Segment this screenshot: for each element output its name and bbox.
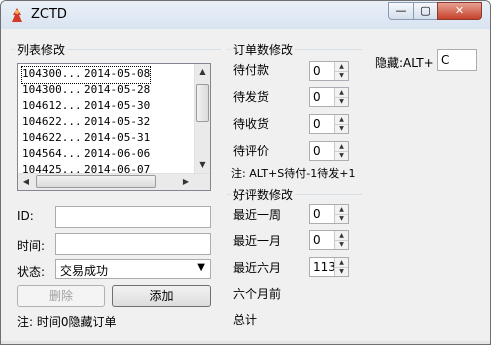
order-note: 注: ALT+S待付-1待发+1 — [231, 167, 356, 180]
left-group-title: 列表修改 — [15, 41, 68, 58]
title-bar[interactable]: ZCTD — ▢ ✕ — [1, 1, 490, 29]
six-months-before-label: 六个月前 — [233, 287, 282, 301]
scroll-up-icon[interactable]: ▲ — [195, 64, 210, 80]
list-item-date: 2014-05-32 — [84, 115, 151, 128]
total-label: 总计 — [233, 313, 258, 327]
stepper-buttons: ▲ ▼ — [334, 205, 348, 223]
time-label: 时间: — [17, 239, 46, 253]
last-month-stepper[interactable]: 0 ▲ ▼ — [309, 230, 349, 250]
list-item-id: 104622... — [22, 115, 82, 128]
pending-shipment-label: 待发货 — [233, 90, 270, 104]
left-note: 注: 时间0隐藏订单 — [17, 315, 117, 329]
list-item-id: 104300... — [22, 83, 82, 96]
list-item-date: 2014-05-30 — [84, 99, 151, 112]
stepper-value: 0 — [313, 233, 321, 247]
last-month-label: 最近一月 — [233, 234, 282, 248]
stepper-value: 0 — [313, 144, 321, 158]
id-field[interactable] — [55, 206, 211, 228]
list-vertical-scrollbar[interactable]: ▲ ▼ — [194, 64, 210, 173]
scroll-left-icon[interactable]: ◀ — [18, 174, 34, 190]
list-item-date: 2014-05-08 — [84, 67, 151, 80]
spin-down-icon[interactable]: ▼ — [335, 267, 348, 276]
window-bottom-edge — [1, 341, 490, 344]
spin-down-icon[interactable]: ▼ — [335, 151, 348, 160]
status-label: 状态: — [17, 265, 46, 279]
stepper-buttons: ▲ ▼ — [334, 115, 348, 133]
last-six-months-stepper[interactable]: 113 ▲ ▼ — [309, 257, 349, 277]
scroll-thumb[interactable] — [36, 175, 156, 188]
stepper-buttons: ▲ ▼ — [334, 142, 348, 160]
pending-receipt-label: 待收货 — [233, 117, 270, 131]
review-group-title: 好评数修改 — [231, 186, 296, 203]
stepper-value: 113 — [313, 260, 336, 274]
app-window: ZCTD — ▢ ✕ 列表修改 104300... 2014-05-08 1043… — [0, 0, 491, 345]
spin-down-icon[interactable]: ▼ — [335, 240, 348, 249]
list-item-id: 104622... — [22, 131, 82, 144]
pending-shipment-stepper[interactable]: 0 ▲ ▼ — [309, 87, 349, 107]
list-item-date: 2014-06-06 — [84, 147, 151, 160]
status-select[interactable]: 交易成功 ▼ — [55, 259, 211, 279]
list-item[interactable]: 104622... 2014-05-32 — [22, 115, 150, 131]
window-title: ZCTD — [31, 7, 67, 22]
scroll-thumb[interactable] — [196, 84, 209, 122]
spin-down-icon[interactable]: ▼ — [335, 124, 348, 133]
pending-review-stepper[interactable]: 0 ▲ ▼ — [309, 141, 349, 161]
add-button[interactable]: 添加 — [112, 285, 211, 307]
scroll-right-icon[interactable]: ▶ — [178, 174, 194, 190]
pending-payment-stepper[interactable]: 0 ▲ ▼ — [309, 61, 349, 81]
spin-down-icon[interactable]: ▼ — [335, 214, 348, 223]
stepper-value: 0 — [313, 117, 321, 131]
stepper-value: 0 — [313, 207, 321, 221]
list-item[interactable]: 104300... 2014-05-08 — [20, 66, 152, 84]
stepper-buttons: ▲ ▼ — [334, 258, 348, 276]
list-horizontal-scrollbar[interactable]: ◀ ▶ — [18, 173, 210, 190]
chevron-down-icon: ▼ — [197, 262, 205, 273]
list-item-id: 104300... — [22, 67, 82, 80]
spin-down-icon[interactable]: ▼ — [335, 71, 348, 80]
order-group-title: 订单数修改 — [231, 41, 296, 58]
id-label: ID: — [17, 209, 34, 223]
list-item[interactable]: 104300... 2014-05-28 — [22, 83, 150, 99]
pending-receipt-stepper[interactable]: 0 ▲ ▼ — [309, 114, 349, 134]
list-item-id: 104612... — [22, 99, 82, 112]
close-button[interactable]: ✕ — [437, 2, 482, 20]
list-item[interactable]: 104564... 2014-06-06 — [22, 147, 150, 163]
pending-payment-label: 待付款 — [233, 63, 270, 77]
time-field[interactable] — [55, 233, 211, 255]
list-item-date: 2014-05-31 — [84, 131, 151, 144]
hide-hotkey-field[interactable]: C — [437, 49, 477, 71]
app-logo-icon — [12, 8, 22, 22]
spin-down-icon[interactable]: ▼ — [335, 97, 348, 106]
stepper-buttons: ▲ ▼ — [334, 88, 348, 106]
last-six-months-label: 最近六月 — [233, 261, 282, 275]
stepper-value: 0 — [313, 64, 321, 78]
stepper-buttons: ▲ ▼ — [334, 231, 348, 249]
delete-button[interactable]: 删除 — [17, 285, 105, 307]
list-item-date: 2014-05-28 — [84, 83, 151, 96]
maximize-button[interactable]: ▢ — [413, 2, 438, 20]
minimize-button[interactable]: — — [388, 2, 414, 20]
status-select-value: 交易成功 — [60, 264, 109, 278]
last-week-stepper[interactable]: 0 ▲ ▼ — [309, 204, 349, 224]
stepper-buttons: ▲ ▼ — [334, 62, 348, 80]
list-item-id: 104564... — [22, 147, 82, 160]
order-listbox[interactable]: 104300... 2014-05-08 104300... 2014-05-28 … — [17, 63, 211, 191]
stepper-value: 0 — [313, 90, 321, 104]
hide-hotkey-label: 隐藏:ALT+ — [375, 56, 434, 70]
pending-review-label: 待评价 — [233, 144, 270, 158]
list-item[interactable]: 104622... 2014-05-31 — [22, 131, 150, 147]
scroll-down-icon[interactable]: ▼ — [195, 157, 210, 173]
last-week-label: 最近一周 — [233, 208, 282, 222]
list-item[interactable]: 104612... 2014-05-30 — [22, 99, 150, 115]
